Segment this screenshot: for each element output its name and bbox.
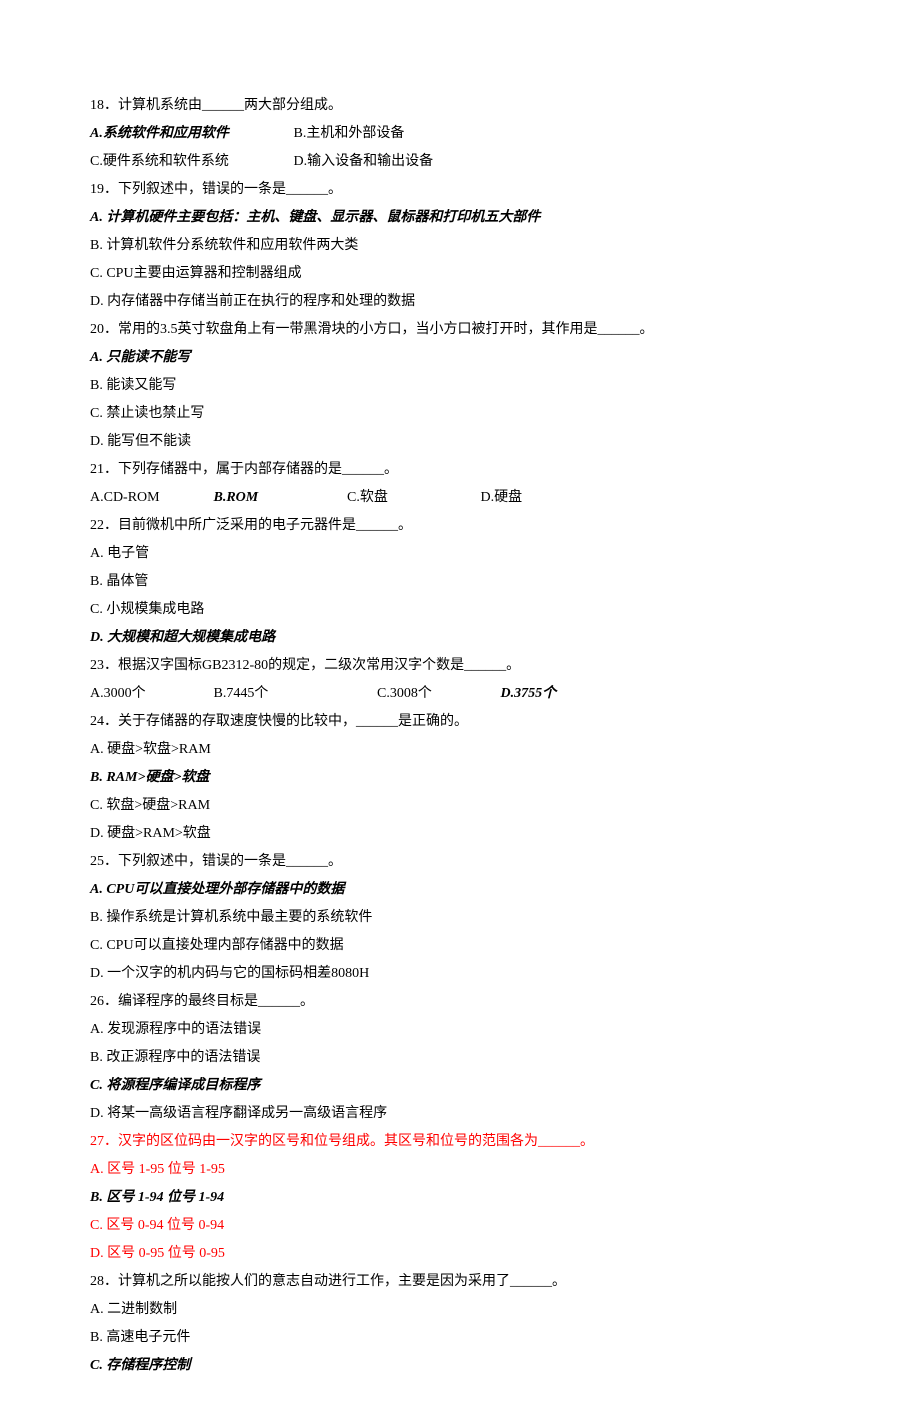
q27-stem: 27．汉字的区位码由一汉字的区号和位号组成。其区号和位号的范围各为______。 (90, 1128, 830, 1156)
q21-optB: B.ROM (214, 484, 344, 512)
q22-optC: C. 小规模集成电路 (90, 596, 830, 624)
q20-optB: B. 能读又能写 (90, 372, 830, 400)
q25-optD: D. 一个汉字的机内码与它的国标码相差8080H (90, 960, 830, 988)
q23-optC: C.3008个 (377, 680, 497, 708)
q22-optD: D. 大规模和超大规模集成电路 (90, 624, 830, 652)
q18-row2: C.硬件系统和软件系统 D.输入设备和输出设备 (90, 148, 830, 176)
q28-optC: C. 存储程序控制 (90, 1352, 830, 1380)
q25-optA: A. CPU可以直接处理外部存储器中的数据 (90, 876, 830, 904)
q21-optA: A.CD-ROM (90, 484, 210, 512)
q20-optA: A. 只能读不能写 (90, 344, 830, 372)
q22-optB: B. 晶体管 (90, 568, 830, 596)
q20-optC: C. 禁止读也禁止写 (90, 400, 830, 428)
q28-optA: A. 二进制数制 (90, 1296, 830, 1324)
q19-optC: C. CPU主要由运算器和控制器组成 (90, 260, 830, 288)
q25-stem: 25．下列叙述中，错误的一条是______。 (90, 848, 830, 876)
q19-optD: D. 内存储器中存储当前正在执行的程序和处理的数据 (90, 288, 830, 316)
q26-optC: C. 将源程序编译成目标程序 (90, 1072, 830, 1100)
q24-optC: C. 软盘>硬盘>RAM (90, 792, 830, 820)
q24-optD: D. 硬盘>RAM>软盘 (90, 820, 830, 848)
q26-stem: 26．编译程序的最终目标是______。 (90, 988, 830, 1016)
q23-optD: D.3755个 (501, 680, 557, 708)
q23-stem: 23．根据汉字国标GB2312-80的规定，二级次常用汉字个数是______。 (90, 652, 830, 680)
q25-optC: C. CPU可以直接处理内部存储器中的数据 (90, 932, 830, 960)
q19-stem: 19．下列叙述中，错误的一条是______。 (90, 176, 830, 204)
q22-optA: A. 电子管 (90, 540, 830, 568)
q26-optA: A. 发现源程序中的语法错误 (90, 1016, 830, 1044)
q18-row1: A.系统软件和应用软件 B.主机和外部设备 (90, 120, 830, 148)
q23-opts: A.3000个 B.7445个 C.3008个 D.3755个 (90, 680, 830, 708)
q24-optB: B. RAM>硬盘>软盘 (90, 764, 830, 792)
q20-optD: D. 能写但不能读 (90, 428, 830, 456)
q21-opts: A.CD-ROM B.ROM C.软盘 D.硬盘 (90, 484, 830, 512)
q18-optC: C.硬件系统和软件系统 (90, 148, 290, 176)
q21-stem: 21．下列存储器中，属于内部存储器的是______。 (90, 456, 830, 484)
q24-optA: A. 硬盘>软盘>RAM (90, 736, 830, 764)
q28-optB: B. 高速电子元件 (90, 1324, 830, 1352)
q27-optB: B. 区号 1-94 位号 1-94 (90, 1184, 830, 1212)
q18-optA: A.系统软件和应用软件 (90, 120, 290, 148)
q22-stem: 22．目前微机中所广泛采用的电子元器件是______。 (90, 512, 830, 540)
q23-optA: A.3000个 (90, 680, 210, 708)
q18-optB: B.主机和外部设备 (294, 120, 405, 148)
q19-optA: A. 计算机硬件主要包括：主机、键盘、显示器、鼠标器和打印机五大部件 (90, 204, 830, 232)
q21-optD: D.硬盘 (481, 484, 523, 512)
q21-optC: C.软盘 (347, 484, 477, 512)
q26-optB: B. 改正源程序中的语法错误 (90, 1044, 830, 1072)
q26-optD: D. 将某一高级语言程序翻译成另一高级语言程序 (90, 1100, 830, 1128)
q18-optD: D.输入设备和输出设备 (294, 148, 434, 176)
q27-optD: D. 区号 0-95 位号 0-95 (90, 1240, 830, 1268)
q23-optB: B.7445个 (214, 680, 374, 708)
q24-stem: 24．关于存储器的存取速度快慢的比较中，______是正确的。 (90, 708, 830, 736)
q25-optB: B. 操作系统是计算机系统中最主要的系统软件 (90, 904, 830, 932)
q18-stem: 18．计算机系统由______两大部分组成。 (90, 92, 830, 120)
q27-optC: C. 区号 0-94 位号 0-94 (90, 1212, 830, 1240)
q28-stem: 28．计算机之所以能按人们的意志自动进行工作，主要是因为采用了______。 (90, 1268, 830, 1296)
q20-stem: 20．常用的3.5英寸软盘角上有一带黑滑块的小方口，当小方口被打开时，其作用是_… (90, 316, 830, 344)
q27-optA: A. 区号 1-95 位号 1-95 (90, 1156, 830, 1184)
q19-optB: B. 计算机软件分系统软件和应用软件两大类 (90, 232, 830, 260)
